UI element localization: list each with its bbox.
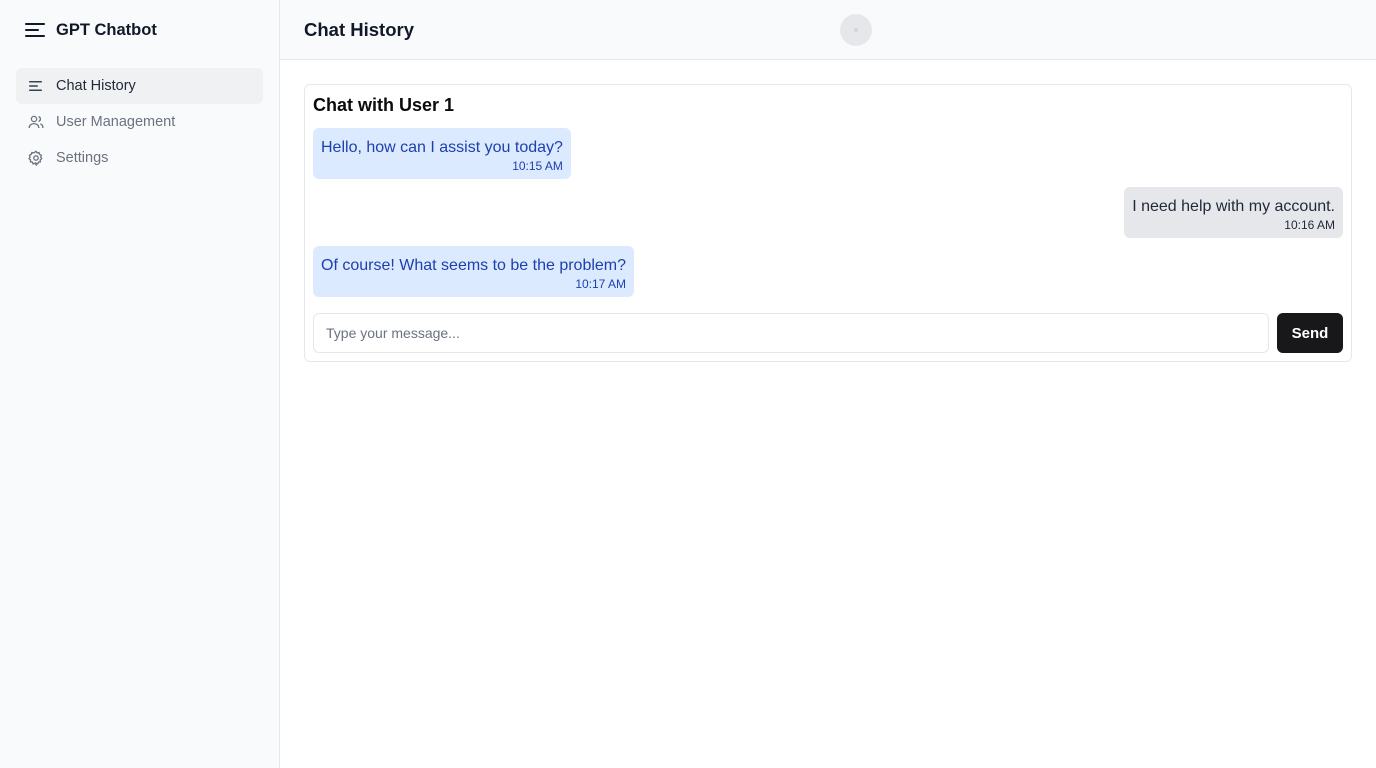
brand: GPT Chatbot [0,0,279,60]
content: Chat with User 1 Hello, how can I assist… [280,60,1376,386]
message-row: Hello, how can I assist you today? 10:15… [313,128,1343,179]
message-row: Of course! What seems to be the problem?… [313,246,1343,297]
message-time: 10:16 AM [1284,218,1335,232]
sidebar-nav: Chat History User Management Settings [0,60,279,184]
page-title: Chat History [304,18,414,40]
sidebar-item-label: Settings [56,150,109,166]
bot-message-bubble: Of course! What seems to be the problem?… [313,246,635,297]
sidebar-item-label: User Management [56,114,176,130]
message-time: 10:15 AM [512,159,563,173]
main-area: Chat History Chat with User 1 Hello, how… [280,0,1376,768]
message-time: 10:17 AM [575,277,627,291]
sidebar-item-settings[interactable]: Settings [16,140,263,176]
app-root: GPT Chatbot Chat History User Management [0,0,1376,768]
sidebar-item-chat-history[interactable]: Chat History [16,68,263,104]
brand-title: GPT Chatbot [56,20,157,39]
message-text: Of course! What seems to be the problem? [321,257,627,274]
message-text: Hello, how can I assist you today? [321,139,563,156]
users-icon [28,115,44,129]
menu-icon[interactable] [25,22,47,38]
message-text: I need help with my account. [1132,198,1335,215]
list-icon [29,81,42,91]
send-button[interactable]: Send [1277,313,1343,353]
message-composer: Send [313,313,1343,353]
bot-message-bubble: Hello, how can I assist you today? 10:15… [313,128,571,179]
gear-icon [28,150,43,166]
sidebar-item-label: Chat History [56,78,136,94]
loading-spinner-icon [840,14,872,46]
message-input[interactable] [313,313,1269,353]
chat-title: Chat with User 1 [313,95,455,115]
sidebar: GPT Chatbot Chat History User Management [0,0,280,768]
user-message-bubble: I need help with my account. 10:16 AM [1124,187,1343,238]
header: Chat History [280,0,1376,60]
sidebar-item-user-management[interactable]: User Management [16,104,263,140]
chat-card: Chat with User 1 Hello, how can I assist… [304,84,1352,362]
message-row: I need help with my account. 10:16 AM [313,187,1343,238]
